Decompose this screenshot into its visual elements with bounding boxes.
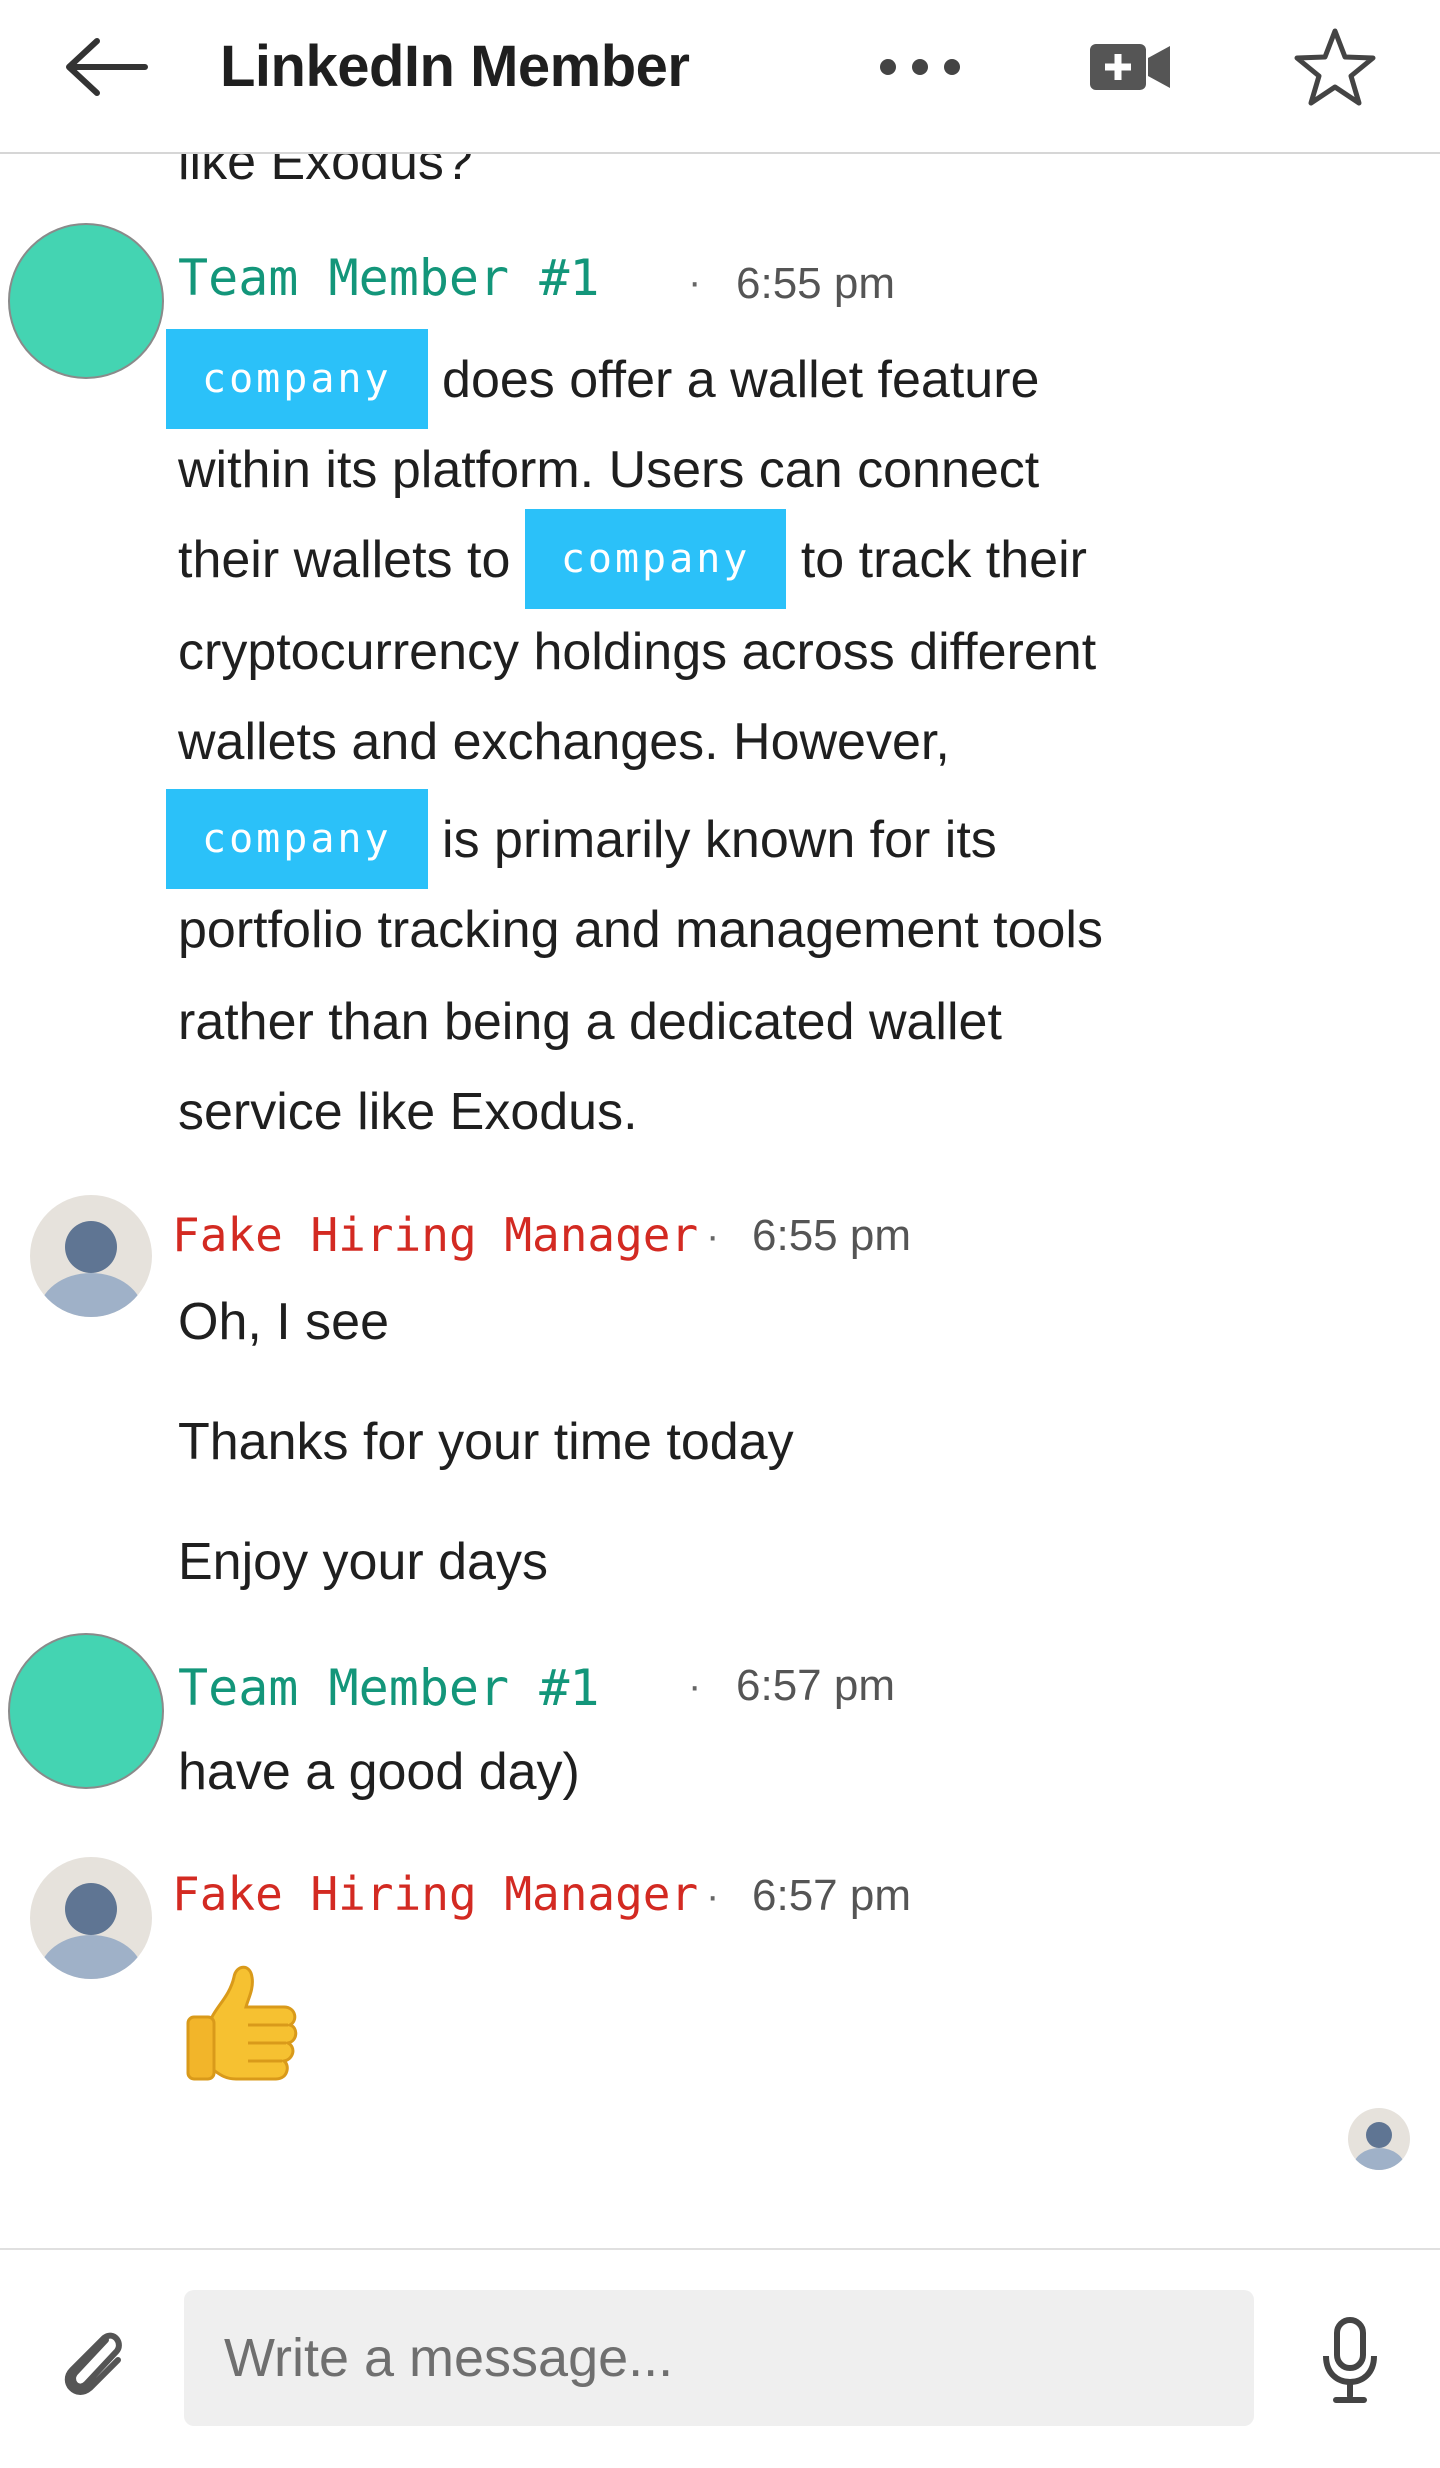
sender-name[interactable]: Fake Hiring Manager bbox=[172, 1205, 698, 1265]
message-line: within its platform. Users can connect bbox=[178, 430, 1039, 510]
avatar[interactable] bbox=[8, 1633, 164, 1789]
video-call-icon bbox=[1090, 44, 1170, 90]
message-text: wallets and exchanges. However, bbox=[178, 713, 950, 771]
message-line: portfolio tracking and management tools bbox=[178, 888, 1103, 972]
person-placeholder-icon bbox=[39, 1221, 143, 1317]
message-time: 6:57 pm bbox=[736, 1661, 895, 1710]
conversation-title[interactable]: LinkedIn Member bbox=[220, 30, 690, 104]
sender-name[interactable]: Team Member #1 bbox=[178, 248, 599, 308]
message-line: their wallets to company to track their bbox=[178, 509, 1087, 610]
message-line: company does offer a wallet feature bbox=[166, 329, 1040, 430]
message-line: service like Exodus. bbox=[178, 1070, 638, 1154]
message-composer bbox=[0, 2248, 1440, 2468]
message-text: Thanks for your time today bbox=[178, 1413, 794, 1471]
message-time: 6:55 pm bbox=[752, 1211, 911, 1260]
star-outline-icon bbox=[1294, 28, 1376, 106]
avatar[interactable] bbox=[30, 1857, 152, 1979]
separator-dot: · bbox=[706, 1214, 720, 1258]
message-line: cryptocurrency holdings across different bbox=[178, 610, 1096, 694]
message-text: within its platform. Users can connect bbox=[178, 441, 1040, 499]
message-text: have a good day) bbox=[178, 1743, 580, 1801]
more-options-button[interactable] bbox=[860, 22, 980, 112]
message-text: is primarily known for its bbox=[427, 811, 997, 869]
conversation-header: LinkedIn Member bbox=[0, 0, 1440, 154]
message-text: cryptocurrency holdings across different bbox=[178, 623, 1097, 681]
redaction-box: company bbox=[166, 329, 428, 430]
back-button[interactable] bbox=[56, 30, 156, 104]
attach-button[interactable] bbox=[44, 2312, 144, 2412]
arrow-left-icon bbox=[66, 38, 148, 96]
microphone-icon bbox=[1323, 2317, 1377, 2403]
message-text: their wallets to bbox=[178, 531, 525, 589]
separator-dot: · bbox=[688, 1664, 702, 1708]
person-placeholder-icon bbox=[1353, 2122, 1405, 2170]
message-text: service like Exodus. bbox=[178, 1083, 638, 1141]
message-text: does offer a wallet feature bbox=[427, 351, 1040, 409]
sender-name[interactable]: Team Member #1 bbox=[178, 1658, 599, 1718]
separator-dot: · bbox=[688, 260, 702, 304]
message-text: Enjoy your days bbox=[178, 1533, 548, 1591]
message-time: 6:55 pm bbox=[736, 259, 895, 308]
message-text: portfolio tracking and management tools bbox=[178, 901, 1103, 959]
message-text: rather than being a dedicated wallet bbox=[178, 993, 1002, 1051]
message-line: rather than being a dedicated wallet bbox=[178, 980, 1002, 1064]
microphone-button[interactable] bbox=[1300, 2306, 1400, 2416]
message-input[interactable] bbox=[184, 2290, 1254, 2426]
seen-avatar bbox=[1348, 2108, 1410, 2170]
avatar[interactable] bbox=[30, 1195, 152, 1317]
message-line: wallets and exchanges. However, bbox=[178, 700, 950, 784]
separator-dot: · bbox=[706, 1874, 720, 1918]
message-text: to track their bbox=[786, 531, 1087, 589]
message-time: 6:57 pm bbox=[752, 1871, 911, 1920]
star-button[interactable] bbox=[1275, 22, 1395, 112]
sender-name[interactable]: Fake Hiring Manager bbox=[172, 1864, 698, 1924]
previous-message-tail: like Exodus? bbox=[178, 152, 473, 191]
avatar[interactable] bbox=[8, 223, 164, 379]
message-line: company is primarily known for its bbox=[166, 789, 997, 890]
person-placeholder-icon bbox=[39, 1883, 143, 1979]
video-call-button[interactable] bbox=[1070, 22, 1190, 112]
message-text: Oh, I see bbox=[178, 1293, 389, 1351]
redaction-box: company bbox=[524, 509, 787, 610]
paperclip-icon bbox=[64, 2332, 122, 2395]
redaction-box: company bbox=[166, 789, 428, 890]
thumbs-up-icon bbox=[186, 1965, 298, 2081]
more-horizontal-icon bbox=[880, 59, 960, 75]
